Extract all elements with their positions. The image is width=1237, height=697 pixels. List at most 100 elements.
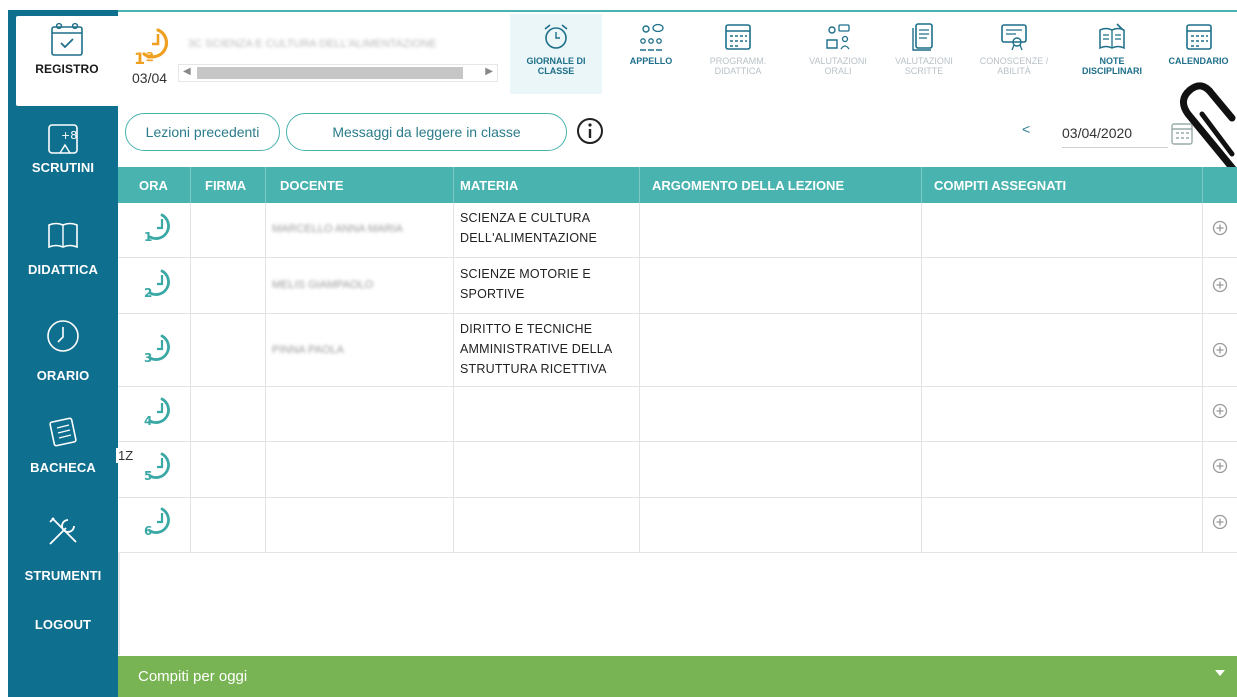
svg-text:1: 1 [144,230,152,244]
sidebar-item-label: SCRUTINI [31,160,95,175]
scroll-right-icon[interactable]: ▶ [485,66,493,77]
column-header-ora: ORA [139,177,168,193]
side-note-label: 1Z [116,448,136,463]
add-row-3-icon[interactable] [1212,342,1228,358]
materia-cell: DIRITTO E TECNICHE AMMINISTRATIVE DELLA … [460,322,612,376]
docente-cell: MELIS GIAMPAOLO [272,279,374,291]
toolbar-label: VALUTAZIONI SCRITTE [895,56,953,76]
header-date: 03/04 [132,70,168,86]
sidebar-item-scrutini[interactable]: +8 SCRUTINI [8,122,118,202]
planner-calendar-icon [725,24,751,50]
skills-certificate-icon [1001,24,1027,51]
sidebar-item-orario[interactable]: ORARIO [8,318,118,398]
svg-text:4: 4 [144,414,152,428]
svg-text:+8: +8 [61,129,77,142]
alarm-clock-icon [544,24,568,49]
previous-date-button[interactable]: < [1022,121,1030,137]
column-header-materia: MATERIA [460,177,519,193]
disciplinary-notes-icon [1099,23,1125,50]
date-input[interactable]: 03/04/2020 [1062,118,1168,148]
column-header-argomento: ARGOMENTO DELLA LEZIONE [652,177,845,193]
materia-cell: SCIENZE MOTORIE E SPORTIVE [460,267,591,301]
svg-text:5: 5 [144,469,152,483]
info-icon[interactable] [576,117,604,145]
content-left-border [118,553,120,655]
class-name: 3C SCIENZA E CULTURA DELL'ALIMENTAZIONE [188,38,437,50]
sidebar-item-label: BACHECA [30,460,96,475]
tools-icon [44,512,82,550]
sidebar-item-label: ORARIO [36,368,90,383]
open-book-icon [46,220,80,250]
compiti-per-oggi-bar[interactable]: Compiti per oggi [118,656,1237,697]
toolbar-appello[interactable]: APPELLO [616,14,686,94]
written-grades-icon [912,23,933,51]
hour-clock-icon: 1ª [134,28,169,68]
docente-cell: MARCELLO ANNA MARIA [272,223,403,235]
sidebar: REGISTRO +8 SCRUTINI DIDATTICA ORARIO BA… [8,10,118,697]
add-row-2-icon[interactable] [1212,277,1228,293]
scroll-thumb[interactable] [197,67,463,79]
topbar-accent-line [118,10,1237,12]
add-row-1-icon[interactable] [1212,220,1228,236]
sidebar-item-label: STRUMENTI [24,568,102,583]
toolbar-valutazioni-scritte[interactable]: VALUTAZIONI SCRITTE [886,14,962,94]
hour-4-clock-icon[interactable]: 4 [140,395,180,431]
lessons-table-header: ORA FIRMA DOCENTE MATERIA ARGOMENTO DELL… [118,167,1237,203]
hour-badge[interactable]: 1ª [130,24,178,71]
sidebar-item-label: LOGOUT [34,617,92,632]
add-row-4-icon[interactable] [1212,403,1228,419]
notice-board-icon [46,414,80,448]
toolbar-label: GIORNALE DI CLASSE [526,56,586,76]
calendar-icon [1185,24,1212,50]
toolbar-label: APPELLO [629,56,673,66]
toolbar-conoscenze-abilita[interactable]: CONOSCENZE / ABILITÀ [970,14,1058,94]
sidebar-item-logout[interactable]: LOGOUT [8,613,118,637]
sidebar-item-strumenti[interactable]: STRUMENTI [8,512,118,592]
table-row [118,498,1237,553]
previous-lessons-button[interactable]: Lezioni precedenti [125,113,280,151]
hour-3-clock-icon[interactable]: 3 [140,332,180,368]
oral-grades-icon [826,24,850,50]
docente-cell: PINNA PAOLA [272,344,344,356]
toolbar-note-disciplinari[interactable]: NOTE DISCIPLINARI [1068,14,1156,94]
table-row [118,387,1237,442]
hour-badge-text: 1ª [134,49,154,66]
chevron-down-icon[interactable] [1215,670,1225,676]
register-calendar-icon [50,22,84,58]
sidebar-item-bacheca[interactable]: BACHECA [8,414,118,494]
column-header-firma: FIRMA [205,177,247,193]
hour-5-clock-icon[interactable]: 5 [140,450,180,486]
toolbar-label: VALUTAZIONI ORALI [809,56,867,76]
svg-text:2: 2 [144,286,152,300]
app-window: { "sidebar": { "items": [ {"label": "REG… [0,0,1237,697]
messages-to-read-button[interactable]: Messaggi da leggere in classe [286,113,567,151]
svg-text:3: 3 [144,351,152,365]
sidebar-item-didattica[interactable]: DIDATTICA [8,220,118,300]
materia-cell: SCIENZA E CULTURA DELL'ALIMENTAZIONE [460,211,598,245]
toolbar-label: NOTE DISCIPLINARI [1081,56,1142,76]
toolbar-valutazioni-orali[interactable]: VALUTAZIONI ORALI [800,14,876,94]
toolbar-label: CALENDARIO [1168,56,1229,66]
add-row-6-icon[interactable] [1212,514,1228,530]
toolbar-giornale-di-classe[interactable]: GIORNALE DI CLASSE [510,14,602,94]
hour-6-clock-icon[interactable]: 6 [140,505,180,541]
toolbar-programm-didattica[interactable]: PROGRAMM. DIDATTICA [698,14,778,94]
svg-text:6: 6 [144,524,152,538]
attendance-icon [640,23,664,51]
clock-icon [45,318,81,354]
sidebar-item-registro[interactable]: REGISTRO [16,16,118,106]
toolbar-label: PROGRAMM. DIDATTICA [709,56,767,76]
class-scrollbar[interactable]: ◀ ▶ [178,64,498,82]
sidebar-item-label: DIDATTICA [28,262,98,277]
scroll-left-icon[interactable]: ◀ [183,66,191,77]
column-header-docente: DOCENTE [280,177,344,193]
column-header-compiti: COMPITI ASSEGNATI [934,177,1067,193]
sidebar-item-label: REGISTRO [35,62,99,76]
date-picker-icon[interactable] [1170,120,1194,146]
table-row [118,442,1237,498]
hour-2-clock-icon[interactable]: 2 [140,267,180,303]
add-row-5-icon[interactable] [1212,458,1228,474]
hour-1-clock-icon[interactable]: 1 [140,211,180,247]
toolbar-label: CONOSCENZE / ABILITÀ [979,56,1049,76]
scrutini-grades-icon: +8 [46,122,80,156]
